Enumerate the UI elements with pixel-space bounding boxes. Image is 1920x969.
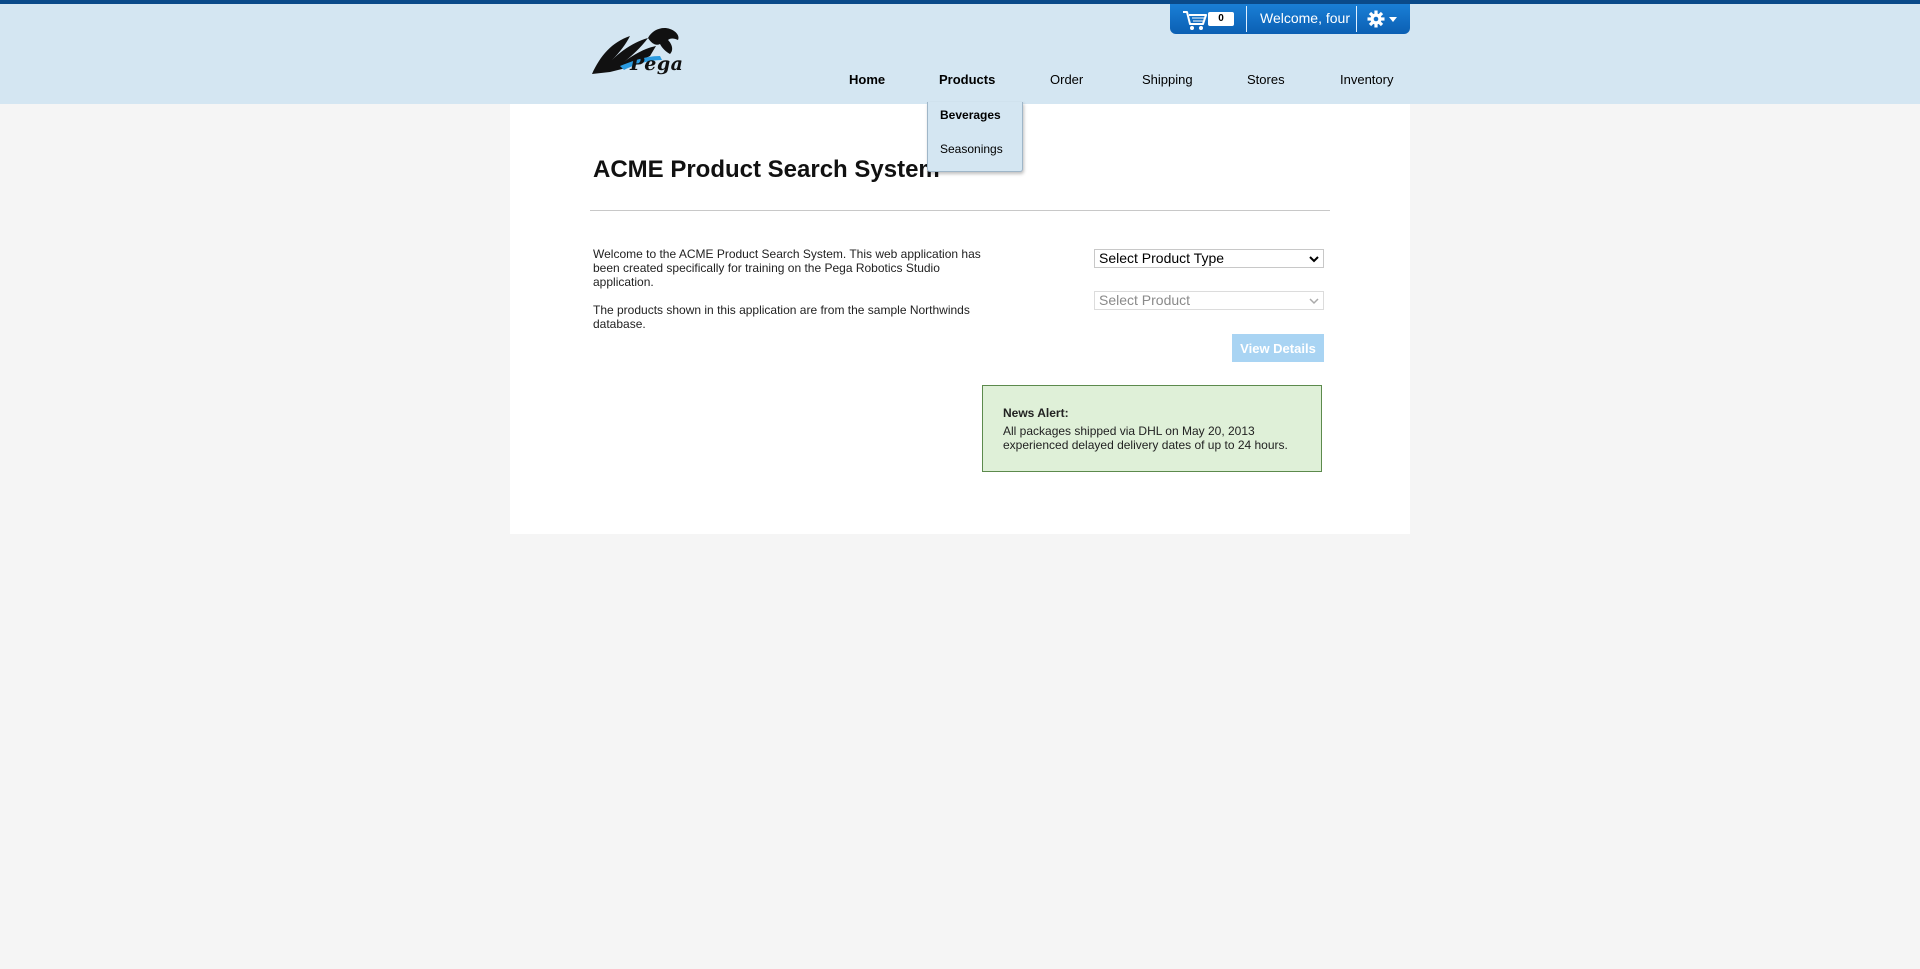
intro-paragraph: The products shown in this application a… (593, 303, 970, 331)
product-type-select[interactable]: Select Product Type (1094, 249, 1324, 268)
nav-order[interactable]: Order (1050, 72, 1083, 87)
product-type-select-value: Select Product Type (1099, 250, 1225, 266)
shopping-cart-icon[interactable] (1182, 9, 1208, 31)
menu-item-seasonings[interactable]: Seasonings (940, 142, 1003, 156)
settings-menu-button[interactable] (1365, 8, 1405, 30)
separator (1356, 6, 1357, 32)
page-title: ACME Product Search System (593, 156, 940, 183)
separator (1246, 6, 1247, 32)
intro-text: Welcome to the ACME Product Search Syste… (593, 247, 983, 345)
product-select-value: Select Product (1099, 292, 1191, 308)
nav-stores[interactable]: Stores (1247, 72, 1285, 87)
gear-icon (1367, 10, 1397, 28)
news-alert-box: News Alert: All packages shipped via DHL… (982, 385, 1322, 472)
intro-paragraph: Welcome to the ACME Product Search Syste… (593, 247, 981, 289)
chevron-down-icon (1309, 256, 1319, 263)
nav-inventory[interactable]: Inventory (1340, 72, 1393, 87)
product-select[interactable]: Select Product (1094, 291, 1324, 310)
news-alert-title: News Alert: (1003, 406, 1069, 420)
caret-down-icon (1389, 17, 1397, 22)
nav-products[interactable]: Products (939, 72, 995, 87)
cart-count-badge[interactable]: 0 (1208, 12, 1234, 26)
user-bar: 0 Welcome, four (1170, 4, 1410, 34)
main-nav: Home Products Order Shipping Stores Inve… (0, 72, 1920, 92)
nav-shipping[interactable]: Shipping (1142, 72, 1193, 87)
welcome-text: Welcome, four (1260, 10, 1350, 26)
news-alert-body: All packages shipped via DHL on May 20, … (1003, 424, 1288, 452)
chevron-down-icon (1309, 298, 1319, 305)
title-divider (590, 210, 1330, 211)
products-dropdown-menu: Beverages Seasonings (927, 102, 1023, 172)
nav-home[interactable]: Home (849, 72, 885, 87)
menu-item-beverages[interactable]: Beverages (940, 108, 1001, 122)
view-details-button[interactable]: View Details (1232, 334, 1324, 362)
